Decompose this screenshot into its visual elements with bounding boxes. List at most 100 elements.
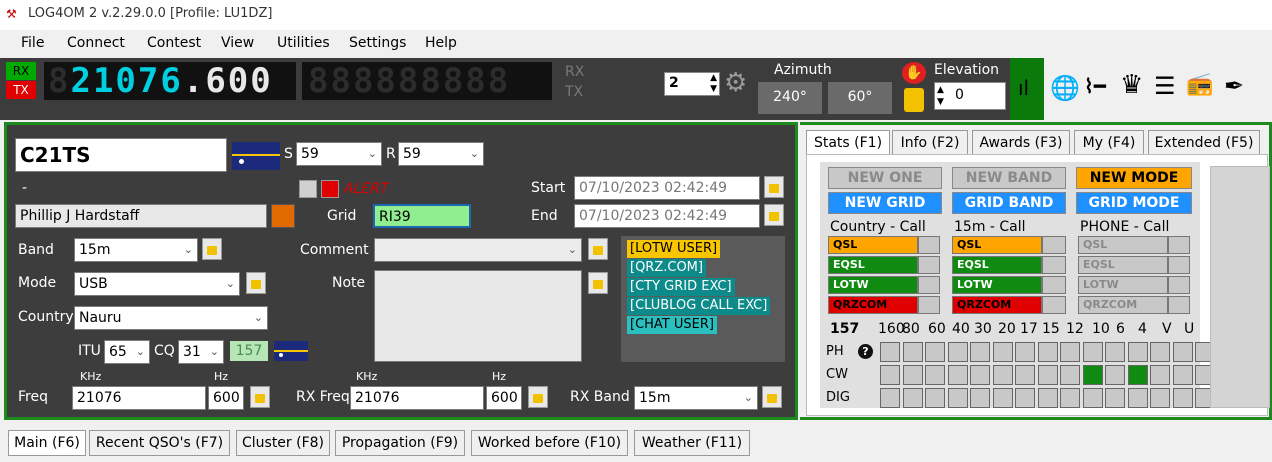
col1-qsl: QSL <box>828 236 918 254</box>
gear-icon[interactable]: ⚙ <box>724 68 747 98</box>
rotator-second-value[interactable]: 60° <box>828 82 892 114</box>
band-mode-cell <box>992 342 1013 362</box>
grid-input[interactable]: RI39 <box>373 204 471 228</box>
mode-select[interactable]: USB ⌄ <box>74 272 240 296</box>
s-report-select[interactable]: 59 ⌄ <box>296 142 382 166</box>
cq-select[interactable]: 31 ⌄ <box>178 340 224 364</box>
tab-recent-qsos[interactable]: Recent QSO's (F7) <box>89 430 230 456</box>
tab-cluster[interactable]: Cluster (F8) <box>236 430 330 456</box>
rxband-select[interactable]: 15m ⌄ <box>634 386 758 410</box>
band-mode-cell <box>1172 388 1193 408</box>
tab-info[interactable]: Info (F2) <box>892 130 968 156</box>
rxfreq-hz-input[interactable]: 600 <box>486 386 522 410</box>
azimuth-value[interactable]: 240° <box>758 82 822 114</box>
tab-my[interactable]: My (F4) <box>1074 130 1144 156</box>
col2-qsl: QSL <box>952 236 1042 254</box>
tab-propagation[interactable]: Propagation (F9) <box>335 430 465 456</box>
stop-hand-icon[interactable]: ✋ <box>902 62 926 84</box>
start-lock-icon[interactable] <box>764 176 784 198</box>
help-icon[interactable]: ? <box>858 344 873 359</box>
col3-qrzcom: QRZCOM <box>1078 296 1168 314</box>
band-mode-cell <box>1060 365 1080 385</box>
r-report-label: R <box>386 146 396 162</box>
antenna-icon[interactable]: ⌇━ <box>1084 74 1106 98</box>
band-mode-cell <box>1037 365 1058 385</box>
freq-khz-input[interactable]: 21076 <box>72 386 206 410</box>
menu-contest[interactable]: Contest <box>147 35 201 51</box>
col3-lotw-box <box>1168 276 1190 294</box>
callsign-input[interactable]: C21TS <box>15 138 227 172</box>
mode-label: Mode <box>18 275 57 291</box>
note-textarea[interactable] <box>374 270 582 362</box>
grid-mode-indicator: GRID MODE <box>1076 192 1192 214</box>
crown-icon[interactable]: ♛ <box>1120 70 1143 100</box>
note-lock-icon[interactable] <box>588 272 608 294</box>
elevation-spinner-icon[interactable]: ▲ ▼ <box>937 84 944 108</box>
azimuth-label: Azimuth <box>774 62 832 78</box>
col2-lotw: LOTW <box>952 276 1042 294</box>
band-select[interactable]: 15m ⌄ <box>74 238 198 262</box>
new-mode-indicator: NEW MODE <box>1076 167 1192 189</box>
tab-weather[interactable]: Weather (F11) <box>634 430 750 456</box>
end-datetime-input[interactable]: 07/10/2023 02:42:49 <box>574 204 760 228</box>
comment-lock-icon[interactable] <box>588 238 608 260</box>
col1-eqsl: EQSL <box>828 256 918 274</box>
comment-select[interactable]: ⌄ <box>374 238 582 262</box>
menu-view[interactable]: View <box>221 35 254 51</box>
menu-help[interactable]: Help <box>425 35 457 51</box>
band-header-10: 10 <box>1092 321 1110 337</box>
chevron-down-icon: ⌄ <box>253 311 263 324</box>
rss-feed-button[interactable]: ıl <box>1010 58 1044 120</box>
tx-indicator: TX <box>6 81 36 99</box>
band-lock-icon[interactable] <box>202 238 222 260</box>
radio-spinner[interactable]: 2 ▲ ▼ <box>664 72 720 96</box>
band-mode-cell <box>1015 365 1035 385</box>
name-input[interactable]: Phillip J Hardstaff <box>15 204 267 228</box>
tab-worked-before[interactable]: Worked before (F10) <box>471 430 628 456</box>
lock-icon[interactable] <box>904 88 924 112</box>
rxfreq-khz-input[interactable]: 21076 <box>350 386 484 410</box>
radio-icon[interactable]: 📻 <box>1186 72 1213 97</box>
itu-select[interactable]: 65 ⌄ <box>104 340 150 364</box>
menu-settings[interactable]: Settings <box>349 35 406 51</box>
mode-lock-icon[interactable] <box>246 272 266 294</box>
band-mode-cell <box>1150 365 1170 385</box>
tool-icons-bar: 🌐 ⌇━ ♛ ☰ 📻 ✒ <box>1044 58 1272 120</box>
tab-main[interactable]: Main (F6) <box>8 430 86 456</box>
tab-stats[interactable]: Stats (F1) <box>806 130 890 156</box>
freq-hz-input[interactable]: 600 <box>208 386 244 410</box>
server-icon[interactable]: ☰ <box>1154 72 1176 100</box>
r-report-select[interactable]: 59 ⌄ <box>398 142 484 166</box>
globe-icon[interactable]: 🌐 <box>1050 74 1080 102</box>
band-header-15: 15 <box>1042 321 1060 337</box>
end-lock-icon[interactable] <box>764 204 784 226</box>
dash-label: - <box>22 180 28 196</box>
band-mode-cell <box>947 342 968 362</box>
menu-file[interactable]: File <box>21 35 44 51</box>
lookup-icon[interactable] <box>271 204 295 228</box>
band-mode-cell <box>1105 342 1125 362</box>
band-mode-cell <box>1037 342 1058 362</box>
tab-awards[interactable]: Awards (F3) <box>972 130 1070 156</box>
side-scroll-panel[interactable] <box>1210 166 1270 408</box>
menu-connect[interactable]: Connect <box>67 35 125 51</box>
band-mode-cell <box>1015 342 1035 362</box>
rxband-lock-icon[interactable] <box>762 386 782 408</box>
elevation-input[interactable]: ▲ ▼ 0 <box>934 82 1006 110</box>
tab-extended[interactable]: Extended (F5) <box>1148 130 1260 156</box>
band-mode-cell <box>970 342 990 362</box>
spinner-arrows-icon[interactable]: ▲ ▼ <box>710 73 717 95</box>
country-select[interactable]: Nauru ⌄ <box>74 306 268 330</box>
pen-icon[interactable]: ✒ <box>1224 72 1244 100</box>
freq-khz-label: KHz <box>80 370 102 383</box>
row-label-cw: CW <box>826 367 848 382</box>
freq-lock-icon[interactable] <box>250 386 270 408</box>
row-label-ph: PH <box>826 344 844 359</box>
frequency-display[interactable]: 821076.600 <box>44 62 296 100</box>
menu-bar: File Connect Contest View Utilities Sett… <box>0 30 1272 58</box>
start-datetime-input[interactable]: 07/10/2023 02:42:49 <box>574 176 760 200</box>
rxfreq-lock-icon[interactable] <box>528 386 548 408</box>
band-header-12: 12 <box>1066 321 1084 337</box>
dxcc-count: 157 <box>830 321 860 337</box>
menu-utilities[interactable]: Utilities <box>277 35 330 51</box>
